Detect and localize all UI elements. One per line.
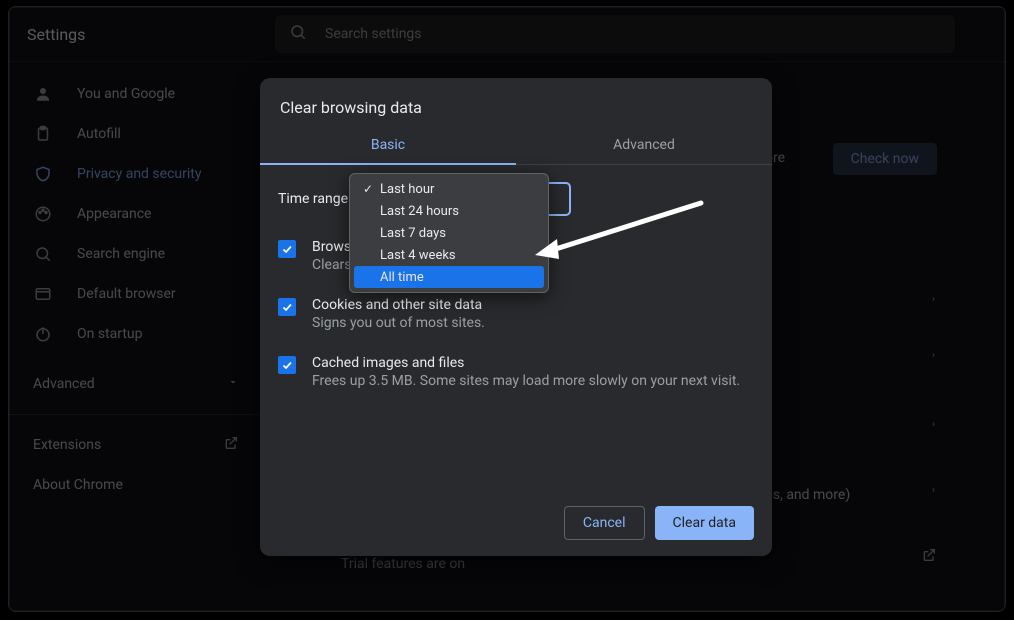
sidebar-item-label: Default browser: [77, 286, 176, 302]
dropdown-option-last-4w[interactable]: Last 4 weeks: [350, 244, 548, 266]
search-input[interactable]: Search settings: [275, 15, 955, 53]
sidebar-item-default-browser[interactable]: Default browser: [9, 274, 263, 314]
check-now-button[interactable]: Check now: [833, 143, 937, 175]
dropdown-option-label: Last hour: [380, 182, 434, 197]
tab-basic[interactable]: Basic: [260, 125, 516, 164]
option-cookies[interactable]: Cookies and other site data Signs you ou…: [278, 297, 754, 331]
sidebar-link-label: Extensions: [33, 437, 101, 453]
option-title: Brows: [312, 239, 352, 255]
dropdown-option-label: All time: [380, 270, 424, 285]
chevron-right-icon: ›: [932, 294, 935, 305]
chevron-down-icon: [227, 376, 239, 392]
person-icon: [33, 85, 53, 103]
power-icon: [33, 325, 53, 343]
sidebar-link-extensions[interactable]: Extensions: [9, 425, 263, 465]
search-placeholder: Search settings: [325, 26, 422, 42]
sidebar-link-label: About Chrome: [33, 477, 123, 493]
sidebar-item-label: You and Google: [77, 86, 175, 102]
open-in-new-icon: [223, 435, 239, 455]
checkbox-checked-icon[interactable]: [278, 298, 296, 316]
shield-icon: [33, 165, 53, 183]
trial-features-text: Trial features are on: [341, 556, 465, 572]
chevron-right-icon: ›: [932, 485, 935, 496]
sidebar-item-label: Autofill: [77, 126, 121, 142]
sidebar-item-you-and-google[interactable]: You and Google: [9, 74, 263, 114]
browser-icon: [33, 285, 53, 303]
time-range-dropdown: ✓ Last hour Last 24 hours Last 7 days La…: [349, 173, 549, 293]
option-cached[interactable]: Cached images and files Frees up 3.5 MB.…: [278, 355, 754, 389]
option-title: Cached images and files: [312, 355, 740, 371]
dropdown-option-all-time[interactable]: All time: [354, 266, 544, 288]
divider: [9, 414, 263, 415]
sidebar-link-about-chrome[interactable]: About Chrome: [9, 465, 263, 505]
chevron-right-icon: ›: [932, 419, 935, 430]
clear-data-button[interactable]: Clear data: [655, 506, 754, 540]
chevron-right-icon: ›: [932, 350, 935, 361]
option-subtitle: Signs you out of most sites.: [312, 315, 485, 331]
time-range-label: Time range: [278, 191, 348, 207]
sidebar-item-privacy-security[interactable]: Privacy and security: [9, 154, 263, 194]
clipboard-icon: [33, 125, 53, 143]
sidebar-item-label: Privacy and security: [77, 166, 201, 182]
checkbox-checked-icon[interactable]: [278, 356, 296, 374]
sidebar: You and Google Autofill Privacy and secu…: [9, 62, 263, 611]
sidebar-item-label: On startup: [77, 326, 143, 342]
dropdown-option-label: Last 24 hours: [380, 204, 459, 219]
open-in-new-icon: [921, 547, 937, 567]
sidebar-item-label: Appearance: [77, 206, 151, 222]
dialog-title: Clear browsing data: [260, 78, 772, 125]
tab-advanced[interactable]: Advanced: [516, 125, 772, 164]
advanced-label: Advanced: [33, 376, 95, 392]
text-fragment: ps, and more): [765, 487, 850, 503]
option-title: Cookies and other site data: [312, 297, 485, 313]
sidebar-item-appearance[interactable]: Appearance: [9, 194, 263, 234]
sidebar-item-label: Search engine: [77, 246, 165, 262]
sidebar-item-search-engine[interactable]: Search engine: [9, 234, 263, 274]
clear-browsing-data-dialog: Clear browsing data Basic Advanced Time …: [260, 78, 772, 556]
page-title: Settings: [27, 25, 267, 44]
palette-icon: [33, 205, 53, 223]
dropdown-option-last-hour[interactable]: ✓ Last hour: [350, 178, 548, 200]
dropdown-option-label: Last 7 days: [380, 226, 446, 241]
checkbox-checked-icon[interactable]: [278, 240, 296, 258]
cancel-button[interactable]: Cancel: [564, 506, 645, 540]
option-subtitle: Clears: [312, 257, 352, 273]
dropdown-option-label: Last 4 weeks: [380, 248, 456, 263]
sidebar-item-autofill[interactable]: Autofill: [9, 114, 263, 154]
sidebar-item-on-startup[interactable]: On startup: [9, 314, 263, 354]
search-icon: [289, 23, 307, 45]
checkmark-icon: ✓: [360, 182, 376, 196]
dialog-tabs: Basic Advanced: [260, 125, 772, 165]
option-subtitle: Frees up 3.5 MB. Some sites may load mor…: [312, 373, 740, 389]
sidebar-advanced-toggle[interactable]: Advanced: [9, 362, 263, 406]
search-icon: [33, 245, 53, 263]
dropdown-option-last-7d[interactable]: Last 7 days: [350, 222, 548, 244]
dropdown-option-last-24h[interactable]: Last 24 hours: [350, 200, 548, 222]
